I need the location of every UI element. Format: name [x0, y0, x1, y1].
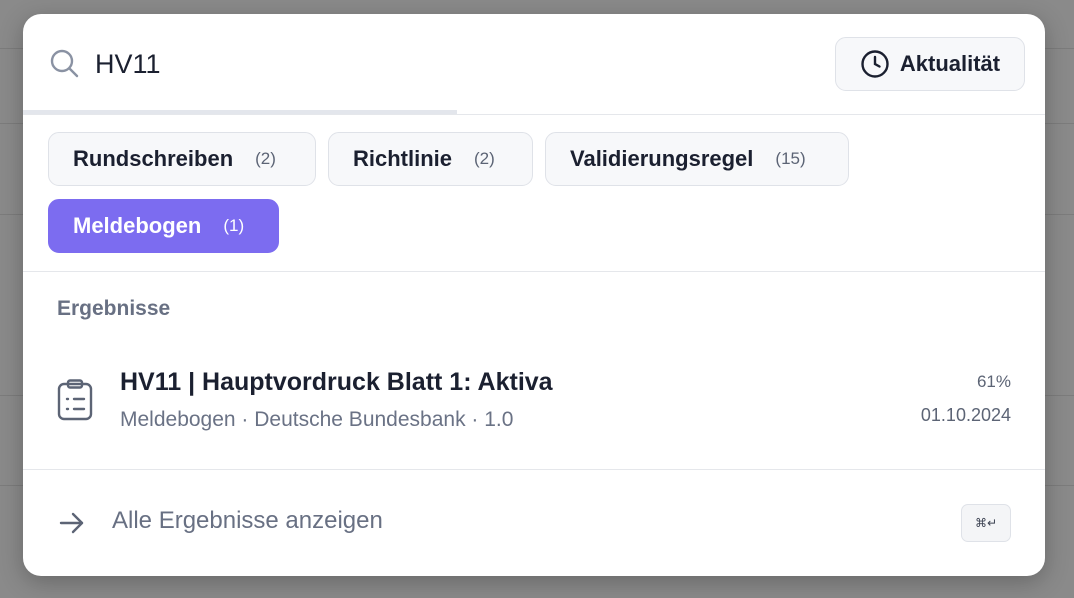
show-all-results-button[interactable]: Alle Ergebnisse anzeigen ⌘↵ [23, 471, 1045, 576]
keyboard-shortcut-hint: ⌘↵ [961, 504, 1011, 542]
filter-chip-label: Rundschreiben [73, 146, 234, 171]
search-icon [50, 49, 79, 78]
filter-chip-count: (15) [775, 149, 806, 168]
filter-chip-rundschreiben[interactable]: Rundschreiben (2) [48, 132, 316, 186]
results-section-label: Ergebnisse [57, 297, 171, 320]
filter-chip-meldebogen[interactable]: Meldebogen (1) [48, 199, 279, 253]
filter-chip-label: Richtlinie [353, 146, 453, 171]
search-input[interactable] [95, 44, 795, 84]
filter-chip-count: (2) [474, 149, 495, 168]
result-item[interactable]: HV11 | Hauptvordruck Blatt 1: Aktiva Mel… [23, 344, 1045, 466]
filter-chip-count: (1) [223, 216, 245, 235]
filter-chip-count: (2) [255, 149, 276, 168]
filter-chip-richtlinie[interactable]: Richtlinie (2) [328, 132, 533, 186]
arrow-right-icon [59, 512, 84, 534]
divider [23, 469, 1045, 470]
divider [23, 271, 1045, 272]
clock-icon [861, 50, 889, 78]
filter-chip-validierungsregel[interactable]: Validierungsregel (15) [545, 132, 849, 186]
sort-button-label: Aktualität [899, 51, 1001, 76]
sort-by-recency-button[interactable]: Aktualität [835, 37, 1025, 91]
show-all-results-label: Alle Ergebnisse anzeigen [112, 507, 383, 534]
result-score: 61% [976, 372, 1011, 391]
clipboard-list-icon [57, 379, 93, 421]
filter-chip-label: Validierungsregel [570, 146, 754, 171]
result-meta: Meldebogen · Deutsche Bundesbank · 1.0 [120, 408, 514, 431]
filter-chip-label: Meldebogen [73, 213, 202, 238]
result-date: 01.10.2024 [920, 405, 1011, 425]
divider [23, 114, 1045, 115]
result-title: HV11 | Hauptvordruck Blatt 1: Aktiva [120, 368, 553, 396]
search-dialog: Aktualität Rundschreiben (2) Richtlinie … [23, 14, 1045, 576]
search-bar: Aktualität [23, 14, 1045, 114]
